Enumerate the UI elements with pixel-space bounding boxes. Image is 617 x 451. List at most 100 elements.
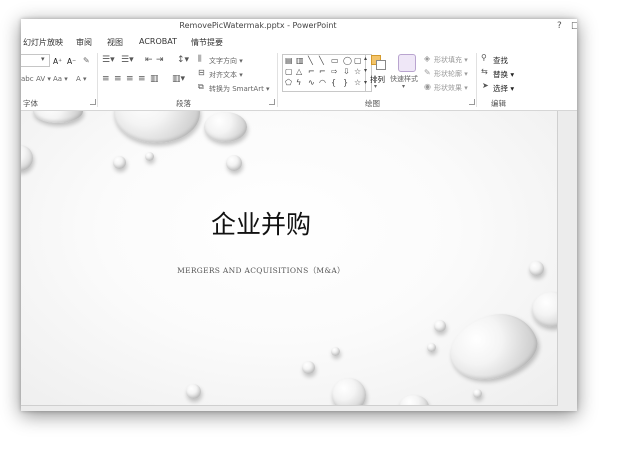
grow-font-button[interactable]: A⁺ [53, 57, 62, 66]
shrink-font-button[interactable]: A⁻ [67, 57, 76, 66]
tab-review[interactable]: 审阅 [76, 37, 92, 48]
arc-shape-icon[interactable]: ◠ [319, 79, 326, 87]
rounded-rect-shape-icon[interactable]: ▢ [354, 57, 362, 65]
chevron-down-icon: ▾ [402, 83, 406, 90]
textbox-shape-icon[interactable]: ▤ [285, 57, 293, 65]
font-dialog-launcher[interactable] [90, 99, 96, 105]
water-droplet [331, 347, 340, 356]
more-shapes-icon[interactable]: ▾ [364, 80, 367, 86]
water-droplet [145, 152, 154, 161]
shape-outline-button[interactable]: 形状轮廓 ▾ [434, 69, 468, 79]
align-left-icon[interactable]: ≡ [102, 75, 110, 84]
powerpoint-window: RemovePicWatermak.pptx - PowerPoint ? □ … [21, 19, 577, 411]
strikethrough-abc-button[interactable]: abc [21, 75, 34, 83]
water-droplet [532, 292, 557, 327]
rounded-square-shape-icon[interactable]: ▢ [285, 68, 293, 76]
justify-icon[interactable]: ≡ [138, 75, 146, 84]
ribbon: ▾ A⁺ A⁻ ✎ abc AV ▾ Aa ▾ A ▾ 字体 ☰▾ ☰▾ ⇤ ⇥… [21, 50, 577, 111]
paint-bucket-icon: ◈ [424, 54, 431, 63]
down-arrow-shape-icon[interactable]: ⇩ [343, 68, 350, 76]
numbering-icon[interactable]: ☰▾ [121, 56, 134, 65]
tab-storyboard[interactable]: 情节提要 [191, 37, 223, 48]
help-button[interactable]: ? [557, 21, 562, 31]
lightning-shape-icon[interactable]: ϟ [296, 79, 301, 87]
right-arrow-shape-icon[interactable]: ⇨ [331, 68, 338, 76]
rectangle-shape-icon[interactable]: ▭ [331, 57, 339, 65]
tab-view[interactable]: 视图 [107, 37, 123, 48]
columns-icon[interactable]: ▥▾ [172, 75, 185, 84]
font-size-box[interactable]: ▾ [21, 54, 50, 67]
shape-effects-icon: ◉ [424, 82, 431, 91]
group-separator [97, 53, 98, 107]
quick-styles-icon [398, 54, 416, 72]
star-shape-icon[interactable]: ☆ [354, 68, 361, 76]
group-label-paragraph: 段落 [176, 99, 191, 108]
paragraph-dialog-launcher[interactable] [269, 99, 275, 105]
water-droplet [204, 112, 247, 142]
text-direction-button[interactable]: 文字方向 ▾ [209, 56, 243, 66]
slide-title[interactable]: 企业并购 [181, 205, 341, 241]
ribbon-tabs: 幻灯片放映 审阅 视图 ACROBAT 情节提要 [21, 36, 577, 50]
window-title: RemovePicWatermak.pptx - PowerPoint [179, 21, 337, 30]
clear-format-button[interactable]: ✎ [83, 56, 90, 65]
drawing-dialog-launcher[interactable] [469, 99, 475, 105]
left-brace-shape-icon[interactable]: { [331, 79, 336, 87]
arrow-line-shape-icon[interactable]: ╲ [319, 57, 324, 65]
triangle-shape-icon[interactable]: △ [296, 68, 302, 76]
change-case-button[interactable]: Aa ▾ [53, 75, 68, 83]
oval-shape-icon[interactable]: ◯ [343, 57, 352, 65]
curve-shape-icon[interactable]: ∿ [308, 79, 315, 87]
star-shape-icon[interactable]: ☆ [354, 79, 361, 87]
convert-smartart-button[interactable]: 转换为 SmartArt ▾ [209, 84, 270, 94]
bullets-icon[interactable]: ☰▾ [102, 56, 115, 65]
char-spacing-button[interactable]: AV ▾ [36, 75, 51, 83]
shape-effects-button[interactable]: 形状效果 ▾ [434, 83, 468, 93]
font-color-button[interactable]: A ▾ [76, 75, 87, 83]
distributed-icon[interactable]: ▥ [150, 75, 159, 84]
select-button[interactable]: 选择 ▾ [493, 83, 514, 94]
slide-canvas[interactable]: 企业并购 MERGERS AND ACQUISITIONS（M&A） [21, 111, 558, 406]
water-droplet [441, 303, 545, 391]
right-brace-shape-icon[interactable]: } [343, 79, 348, 87]
elbow-connector-shape-icon[interactable]: ⌐ [308, 68, 315, 76]
binoculars-icon: ⚲ [481, 53, 487, 62]
align-center-icon[interactable]: ≡ [114, 75, 122, 84]
water-droplet [332, 378, 366, 405]
water-droplet [114, 111, 200, 143]
line-shape-icon[interactable]: ╲ [308, 57, 313, 65]
shape-fill-button[interactable]: 形状填充 ▾ [434, 55, 468, 65]
water-droplet [473, 389, 482, 398]
pencil-icon: ✎ [424, 68, 431, 77]
water-droplet [33, 111, 83, 123]
arrange-button[interactable]: 排列 [370, 74, 385, 85]
decrease-indent-icon[interactable]: ⇤ [145, 56, 153, 65]
increase-indent-icon[interactable]: ⇥ [156, 56, 164, 65]
scroll-up-icon[interactable]: ▴ [364, 56, 367, 62]
group-separator [476, 53, 477, 107]
chevron-down-icon: ▾ [374, 83, 378, 90]
group-label-font: 字体 [23, 99, 38, 108]
tab-slideshow[interactable]: 幻灯片放映 [23, 37, 63, 48]
slide-subtitle[interactable]: MERGERS AND ACQUISITIONS（M&A） [161, 265, 361, 276]
elbow-arrow-shape-icon[interactable]: ⌐ [319, 68, 326, 76]
restore-button[interactable]: □ [571, 21, 577, 31]
text-direction-icon: ⫼ [198, 54, 202, 63]
tab-acrobat[interactable]: ACROBAT [139, 37, 177, 46]
water-droplet [113, 156, 126, 169]
line-spacing-icon[interactable]: ↕▾ [177, 56, 189, 65]
water-droplet [302, 361, 315, 374]
group-label-drawing: 绘图 [365, 99, 380, 108]
pentagon-shape-icon[interactable]: ⬠ [285, 79, 292, 87]
find-button[interactable]: 查找 [493, 55, 508, 66]
replace-button[interactable]: 替换 ▾ [493, 69, 514, 80]
align-text-button[interactable]: 对齐文本 ▾ [209, 70, 243, 80]
vertical-textbox-shape-icon[interactable]: ▥ [296, 57, 304, 65]
scroll-down-icon[interactable]: ▾ [364, 68, 367, 74]
arrange-icon [371, 55, 386, 70]
replace-icon: ⇆ [481, 67, 488, 76]
slide-editing-area: 企业并购 MERGERS AND ACQUISITIONS（M&A） [21, 111, 577, 411]
chevron-down-icon: ▾ [41, 55, 45, 63]
water-droplet [399, 395, 429, 405]
align-right-icon[interactable]: ≡ [126, 75, 134, 84]
shapes-gallery[interactable]: ▤ ▥ ╲ ╲ ▭ ◯ ▢ ▢ △ ⌐ ⌐ ⇨ ⇩ ☆ ⬠ ϟ ∿ ◠ { } … [282, 54, 366, 92]
